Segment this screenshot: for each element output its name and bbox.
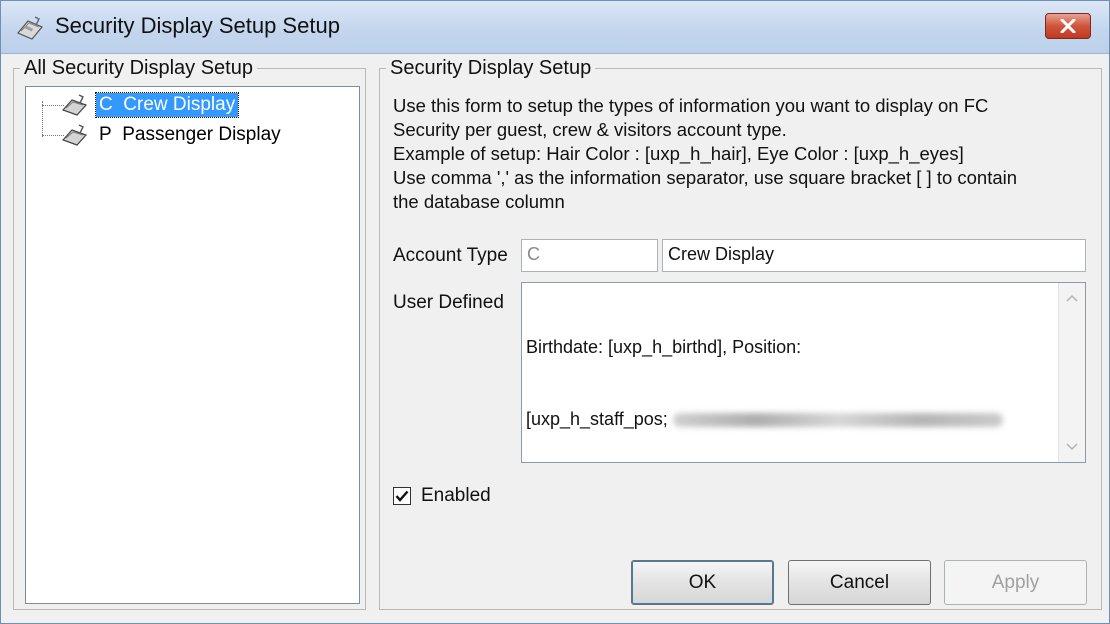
- right-group-title: Security Display Setup: [390, 57, 592, 79]
- user-defined-line: [uxp_h_staff_pos;: [526, 409, 668, 429]
- instruction-line: Example of setup: Hair Color : [uxp_h_ha…: [393, 143, 964, 164]
- user-defined-line-2: [uxp_h_staff_pos;: [526, 407, 1046, 431]
- apply-button[interactable]: Apply: [944, 560, 1087, 605]
- tree-item-label[interactable]: P Passenger Display: [96, 123, 284, 147]
- ok-button[interactable]: OK: [631, 560, 774, 605]
- window-title: Security Display Setup Setup: [55, 13, 340, 38]
- vertical-scrollbar[interactable]: [1058, 283, 1085, 462]
- enabled-checkbox-row[interactable]: Enabled: [393, 485, 491, 507]
- tree-item-name: Passenger Display: [122, 124, 281, 145]
- app-icon: [15, 13, 45, 41]
- tree-item-code: P: [99, 124, 112, 145]
- user-defined-line: Birthdate: [uxp_h_birthd], Position:: [526, 337, 802, 357]
- enabled-checkbox[interactable]: [393, 487, 411, 505]
- user-defined-content: Birthdate: [uxp_h_birthd], Position: [ux…: [526, 287, 1046, 462]
- close-icon: [1060, 19, 1076, 33]
- instruction-line: Use this form to setup the types of info…: [393, 95, 989, 116]
- tree-item-crew-display[interactable]: C Crew Display: [36, 90, 240, 120]
- scroll-up-icon[interactable]: [1059, 287, 1085, 309]
- left-group-title: All Security Display Setup: [24, 57, 253, 79]
- instruction-line: Security per guest, crew & visitors acco…: [393, 119, 787, 140]
- tree-item-code: C: [99, 94, 113, 115]
- title-bar[interactable]: Security Display Setup Setup: [1, 1, 1109, 54]
- user-defined-label: User Defined: [393, 292, 504, 313]
- dialog-window: Security Display Setup Setup All Securit…: [0, 0, 1110, 624]
- redacted-text: [672, 413, 1003, 428]
- instructions-text: Use this form to setup the types of info…: [393, 94, 1093, 214]
- display-tree[interactable]: C Crew Display P Passenger Display: [25, 86, 360, 604]
- close-button[interactable]: [1045, 13, 1091, 39]
- checkmark-icon: [395, 490, 409, 502]
- tree-item-passenger-display[interactable]: P Passenger Display: [36, 120, 284, 150]
- scroll-down-icon[interactable]: [1059, 436, 1085, 458]
- display-icon: [61, 124, 88, 146]
- instruction-line: the database column: [393, 191, 565, 212]
- account-type-code-field[interactable]: C: [521, 239, 658, 272]
- account-type-name-field[interactable]: Crew Display: [662, 239, 1086, 272]
- instruction-line: Use comma ',' as the information separat…: [393, 167, 1018, 188]
- user-defined-textarea[interactable]: Birthdate: [uxp_h_birthd], Position: [ux…: [521, 282, 1086, 463]
- display-icon: [61, 94, 88, 116]
- tree-item-name: Crew Display: [123, 94, 236, 115]
- tree-item-label[interactable]: C Crew Display: [94, 92, 240, 118]
- enabled-label: Enabled: [421, 485, 491, 506]
- cancel-button[interactable]: Cancel: [788, 560, 931, 605]
- account-type-label: Account Type: [393, 245, 508, 266]
